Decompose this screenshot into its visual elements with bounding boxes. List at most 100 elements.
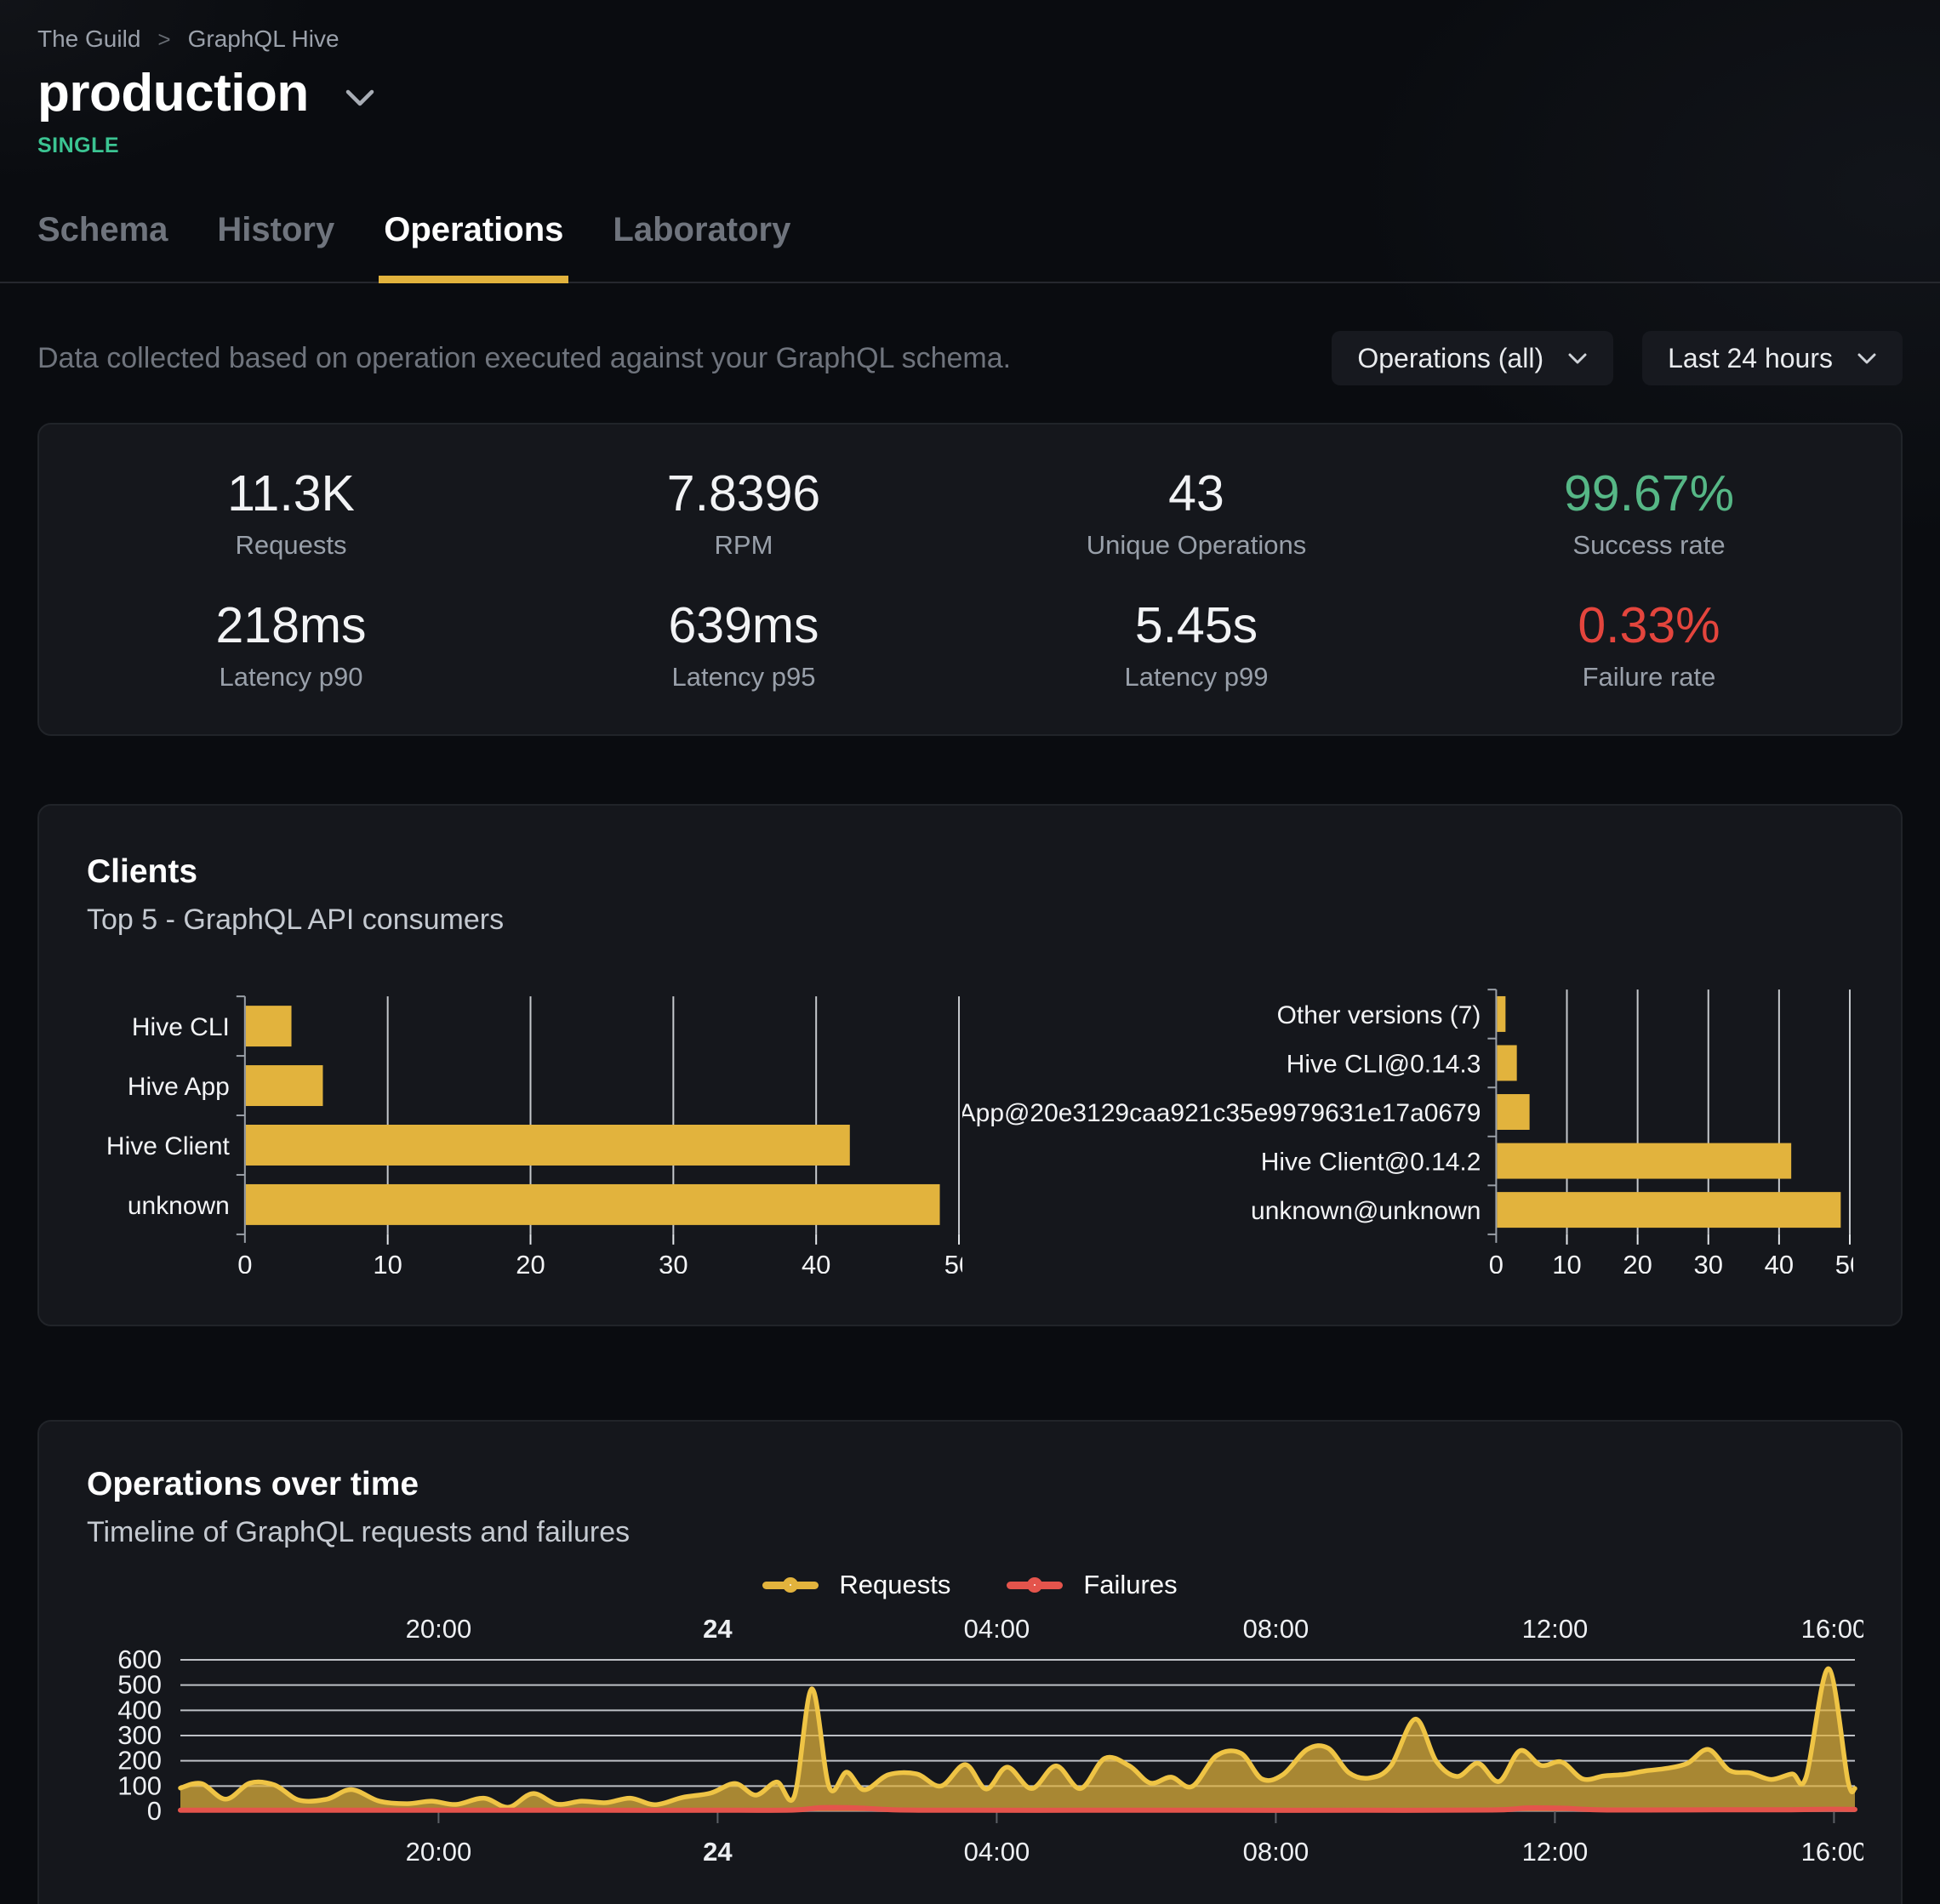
stats-summary-card: 11.3K Requests 7.8396 RPM 43 Unique Oper…	[37, 423, 1903, 736]
stat-latency-p90: 218ms Latency p90	[65, 601, 517, 690]
x-tick-label-bottom: 12:00	[1522, 1837, 1589, 1867]
main-content: Data collected based on operation execut…	[0, 331, 1940, 1904]
period-filter-value: Last 24 hours	[1668, 343, 1833, 374]
stat-success-rate-value: 99.67%	[1423, 469, 1875, 519]
stat-latency-p99: 5.45s Latency p99	[970, 601, 1423, 690]
x-tick-label-top: 08:00	[1243, 1616, 1310, 1644]
stat-latency-p99-label: Latency p99	[970, 664, 1423, 690]
x-tick-label-bottom: 16:00	[1801, 1837, 1863, 1867]
bar-label-other-versions-7: Other versions (7)	[1277, 1001, 1481, 1029]
x-tick-label: 30	[659, 1250, 688, 1274]
requests-legend-marker	[762, 1582, 819, 1589]
target-type-badge: SINGLE	[37, 134, 1903, 158]
bar-unknown[interactable]	[246, 1184, 940, 1225]
x-tick-label: 10	[373, 1250, 402, 1274]
failures-legend-marker	[1007, 1582, 1063, 1589]
breadcrumb-separator: >	[157, 26, 170, 53]
x-tick-label-bottom: 08:00	[1243, 1837, 1310, 1867]
bar-hive-client[interactable]	[246, 1125, 850, 1166]
x-tick-label-top: 16:00	[1801, 1616, 1863, 1644]
breadcrumb-org-link[interactable]: The Guild	[37, 26, 140, 53]
operations-card-title: Operations over time	[87, 1466, 1853, 1503]
failures-line	[180, 1808, 1855, 1810]
operations-filter-value: Operations (all)	[1357, 343, 1543, 374]
bar-hive-app[interactable]	[246, 1065, 323, 1106]
bar-hive-app-20e3129caa921c35e9979631e17a0679[interactable]	[1497, 1094, 1529, 1130]
stat-requests: 11.3K Requests	[65, 469, 517, 558]
x-tick-label-bottom: 20:00	[406, 1837, 472, 1867]
x-tick-label: 50	[1835, 1250, 1853, 1274]
stat-latency-p99-value: 5.45s	[970, 601, 1423, 651]
stat-failure-rate-value: 0.33%	[1423, 601, 1875, 651]
operations-dashboard-page: The Guild > GraphQL Hive production SING…	[0, 0, 1940, 1904]
x-tick-label-bottom: 24	[703, 1837, 733, 1867]
tab-operations[interactable]: Operations	[384, 211, 563, 282]
chart-legend: Requests Failures	[87, 1570, 1853, 1600]
filter-row: Data collected based on operation execut…	[37, 331, 1903, 385]
stat-failure-rate-label: Failure rate	[1423, 664, 1875, 690]
chevron-down-icon	[1567, 352, 1588, 365]
failures-legend-label: Failures	[1083, 1570, 1177, 1600]
chevron-down-icon	[1857, 352, 1877, 365]
tab-history[interactable]: History	[217, 211, 334, 282]
legend-item-failures[interactable]: Failures	[1007, 1570, 1177, 1600]
legend-item-requests[interactable]: Requests	[762, 1570, 950, 1600]
stat-unique-operations: 43 Unique Operations	[970, 469, 1423, 558]
x-tick-label-top: 12:00	[1522, 1616, 1589, 1644]
x-tick-label: 0	[237, 1250, 252, 1274]
x-tick-label-top: 04:00	[964, 1616, 1030, 1644]
breadcrumb: The Guild > GraphQL Hive	[37, 26, 1903, 53]
x-tick-label: 40	[1765, 1250, 1794, 1274]
stat-rpm-label: RPM	[517, 532, 970, 558]
bar-label-hive-cli: Hive CLI	[132, 1013, 230, 1041]
tab-schema[interactable]: Schema	[37, 211, 168, 282]
bar-label-hive-client: Hive Client	[106, 1132, 231, 1160]
stat-latency-p90-value: 218ms	[65, 601, 517, 651]
stat-rpm: 7.8396 RPM	[517, 469, 970, 558]
bar-label-hive-app: Hive App	[128, 1073, 230, 1101]
bar-label-hive-cli-0-14-3: Hive CLI@0.14.3	[1287, 1050, 1481, 1078]
bar-unknown-unknown[interactable]	[1497, 1192, 1840, 1228]
x-tick-label: 10	[1552, 1250, 1581, 1274]
breadcrumb-project-link[interactable]: GraphQL Hive	[188, 26, 340, 53]
clients-card-title: Clients	[87, 853, 1853, 891]
bar-hive-cli[interactable]	[246, 1006, 292, 1046]
y-tick-label: 600	[117, 1645, 162, 1674]
x-tick-label: 0	[1489, 1250, 1504, 1274]
stat-requests-value: 11.3K	[65, 469, 517, 519]
stat-failure-rate: 0.33% Failure rate	[1423, 601, 1875, 690]
x-tick-label: 20	[1623, 1250, 1652, 1274]
tab-bar: Schema History Operations Laboratory	[0, 211, 1940, 283]
page-title: production	[37, 63, 309, 123]
requests-area	[180, 1668, 1855, 1811]
bar-hive-client-0-14-2[interactable]	[1497, 1143, 1791, 1179]
page-header: The Guild > GraphQL Hive production SING…	[0, 0, 1940, 158]
clients-card: Clients Top 5 - GraphQL API consumers Hi…	[37, 804, 1903, 1326]
chevron-down-icon[interactable]	[345, 88, 375, 108]
requests-legend-label: Requests	[839, 1570, 950, 1600]
bar-hive-cli-0-14-3[interactable]	[1497, 1045, 1516, 1080]
operations-timeline-chart[interactable]: 010020030040050060020:0020:00242404:0004…	[87, 1616, 1863, 1871]
bar-label-hive-client-0-14-2: Hive Client@0.14.2	[1261, 1149, 1481, 1177]
x-tick-label-top: 20:00	[406, 1616, 472, 1644]
x-tick-label: 40	[802, 1250, 830, 1274]
bar-label-unknown-unknown: unknown@unknown	[1251, 1197, 1481, 1225]
period-filter-dropdown[interactable]: Last 24 hours	[1642, 331, 1903, 385]
clients-by-name-chart[interactable]: Hive CLIHive AppHive Clientunknown010203…	[87, 988, 962, 1274]
bar-other-versions-7[interactable]	[1497, 996, 1505, 1032]
stat-latency-p95: 639ms Latency p95	[517, 601, 970, 690]
bar-label-hive-app-20e3129caa921c35e9979631e17a0679: Hive App@20e3129caa921c35e9979631e17a067…	[962, 1099, 1481, 1127]
stat-unique-operations-label: Unique Operations	[970, 532, 1423, 558]
x-tick-label: 30	[1694, 1250, 1723, 1274]
stat-unique-operations-value: 43	[970, 469, 1423, 519]
operations-filter-dropdown[interactable]: Operations (all)	[1332, 331, 1613, 385]
stat-success-rate: 99.67% Success rate	[1423, 469, 1875, 558]
clients-by-version-chart[interactable]: Other versions (7) Hive CLI@0.14.3 Hive Ap…	[962, 988, 1853, 1274]
clients-card-subtitle: Top 5 - GraphQL API consumers	[87, 904, 1853, 937]
x-tick-label: 20	[516, 1250, 545, 1274]
stat-latency-p95-value: 639ms	[517, 601, 970, 651]
description-text: Data collected based on operation execut…	[37, 342, 1011, 375]
x-tick-label-bottom: 04:00	[964, 1837, 1030, 1867]
stat-latency-p95-label: Latency p95	[517, 664, 970, 690]
tab-laboratory[interactable]: Laboratory	[613, 211, 790, 282]
